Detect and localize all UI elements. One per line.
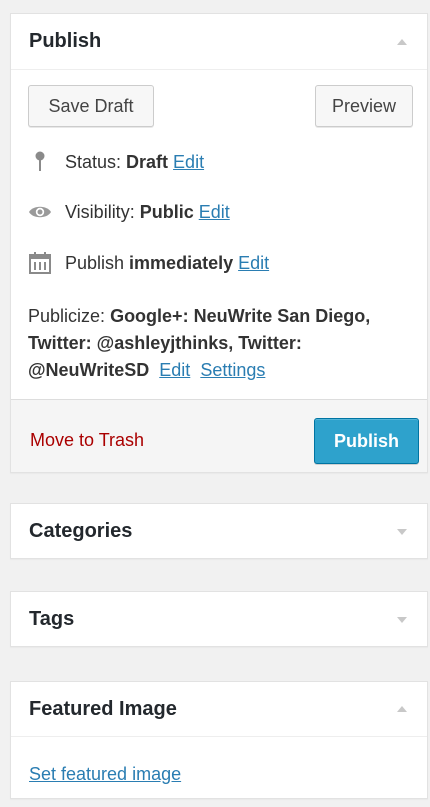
- featured-image-title: Featured Image: [29, 697, 177, 720]
- calendar-icon: [27, 251, 53, 275]
- visibility-value: Public: [139, 201, 194, 222]
- categories-title: Categories: [29, 520, 133, 542]
- publish-header[interactable]: Publish: [11, 14, 427, 70]
- edit-publicize-link[interactable]: Edit: [159, 360, 190, 380]
- eye-icon: [27, 200, 53, 224]
- pin-icon: [27, 150, 53, 174]
- status-label: Status:: [65, 151, 122, 172]
- status-value: Draft: [126, 151, 169, 172]
- preview-button[interactable]: Preview: [315, 85, 413, 127]
- categories-metabox: Categories: [10, 503, 428, 559]
- schedule-value: immediately: [129, 252, 234, 273]
- schedule-label: Publish: [65, 252, 125, 273]
- set-featured-image-link[interactable]: Set featured image: [29, 764, 181, 785]
- edit-status-link[interactable]: Edit: [173, 152, 204, 173]
- tags-header[interactable]: Tags: [11, 592, 427, 647]
- move-to-trash-link[interactable]: Move to Trash: [30, 430, 144, 451]
- edit-visibility-link[interactable]: Edit: [199, 202, 230, 223]
- tags-metabox: Tags: [10, 591, 428, 647]
- publicize-settings-link[interactable]: Settings: [200, 360, 265, 380]
- expand-arrow-icon[interactable]: [397, 528, 407, 535]
- categories-header[interactable]: Categories: [11, 504, 427, 559]
- edit-schedule-link[interactable]: Edit: [238, 253, 269, 274]
- save-draft-button[interactable]: Save Draft: [28, 85, 154, 127]
- publicize-label: Publicize:: [28, 306, 106, 326]
- major-publishing-actions: Move to Trash Publish: [11, 399, 427, 472]
- tags-title: Tags: [29, 608, 75, 630]
- collapse-arrow-icon[interactable]: [397, 38, 407, 45]
- visibility-row: Visibility: Public Edit: [27, 200, 230, 224]
- expand-arrow-icon[interactable]: [397, 616, 407, 623]
- schedule-row: Publish immediately Edit: [27, 251, 269, 275]
- collapse-arrow-icon[interactable]: [397, 706, 407, 712]
- featured-image-metabox: Featured Image Set featured image: [10, 681, 428, 799]
- visibility-label: Visibility:: [65, 201, 135, 222]
- publicize-section: Publicize: Google+: NeuWrite San Diego, …: [28, 303, 420, 384]
- publish-button[interactable]: Publish: [314, 418, 419, 464]
- publish-metabox: Publish Save Draft Preview Status: Draft…: [10, 13, 428, 473]
- status-row: Status: Draft Edit: [27, 150, 204, 174]
- featured-image-header[interactable]: Featured Image: [11, 682, 427, 737]
- publish-title: Publish: [29, 30, 102, 52]
